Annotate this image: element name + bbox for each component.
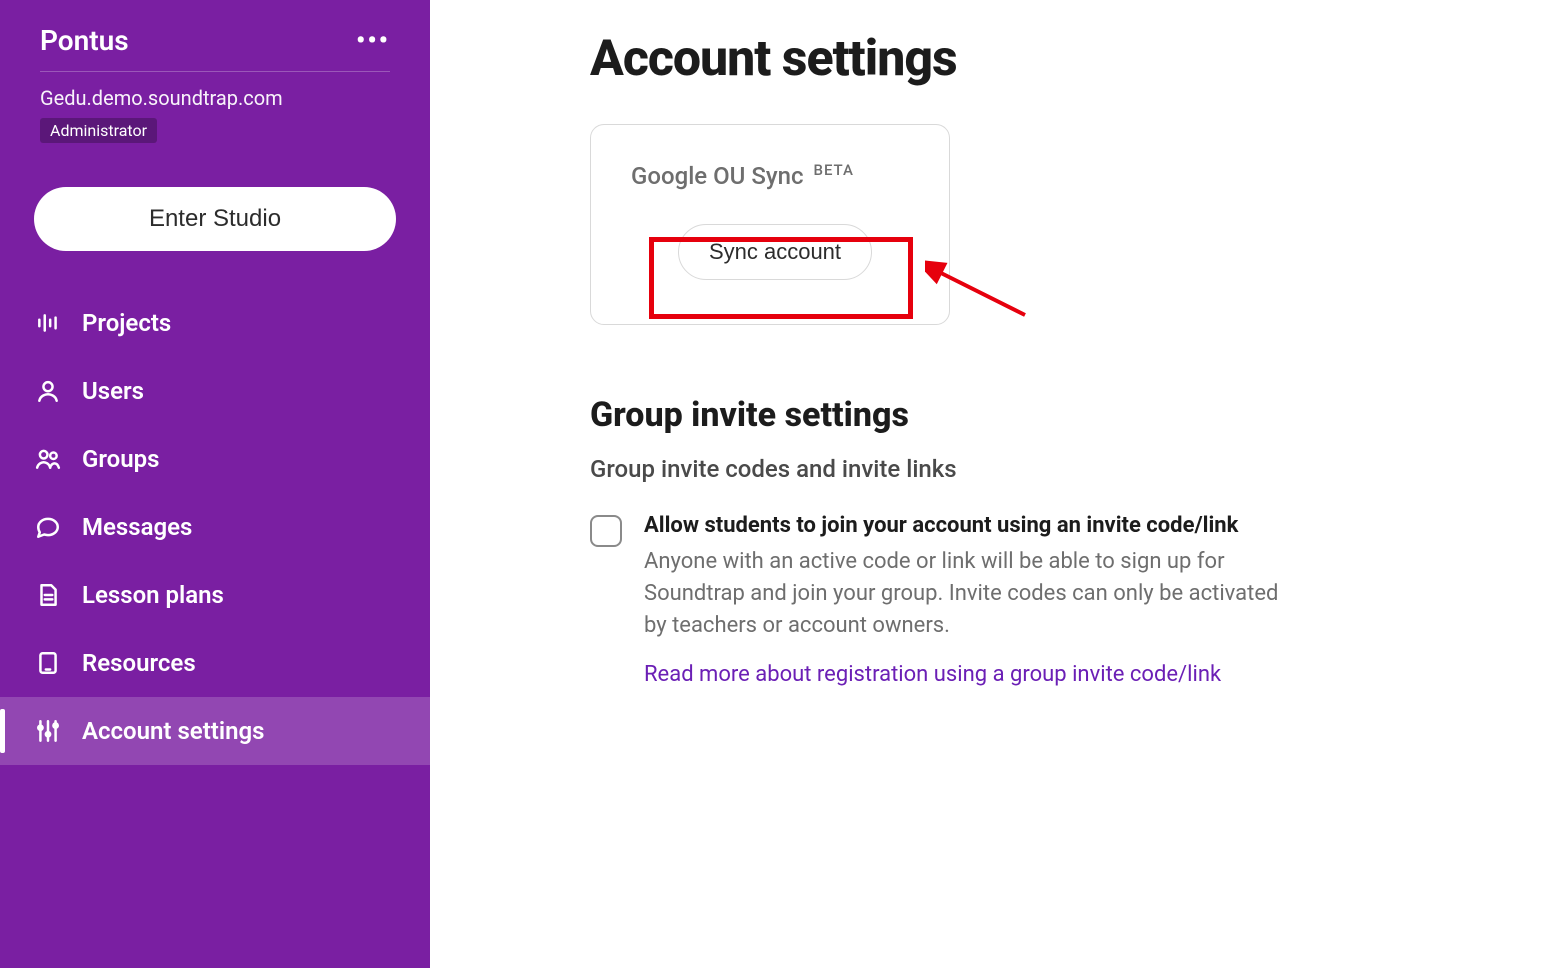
sidebar: Pontus ••• Gedu.demo.soundtrap.com Admin… [0,0,430,968]
sidebar-item-account-settings[interactable]: Account settings [0,697,430,765]
sidebar-item-resources[interactable]: Resources [0,629,430,697]
sync-card-title: Google OU Sync BETA [631,161,919,190]
sliders-icon [34,717,62,745]
page-title: Account settings [590,30,1496,88]
sync-button-wrap: Sync account [631,224,919,280]
sidebar-item-lesson-plans[interactable]: Lesson plans [0,561,430,629]
allow-students-setting-row: Allow students to join your account usin… [590,513,1496,687]
sidebar-subheader: Gedu.demo.soundtrap.com Administrator [40,71,390,143]
allow-students-description: Anyone with an active code or link will … [644,546,1294,642]
allow-students-text: Allow students to join your account usin… [644,513,1294,687]
sidebar-item-messages[interactable]: Messages [0,493,430,561]
sidebar-item-projects[interactable]: Projects [0,289,430,357]
group-invite-heading: Group invite settings [590,395,1496,435]
chat-icon [34,513,62,541]
sidebar-item-label: Projects [82,309,171,337]
sidebar-item-label: Messages [82,513,192,541]
user-icon [34,377,62,405]
sidebar-item-groups[interactable]: Groups [0,425,430,493]
sidebar-title-row: Pontus ••• [40,24,390,57]
users-icon [34,445,62,473]
beta-badge: BETA [813,161,854,179]
sidebar-item-label: Users [82,377,144,405]
sidebar-item-label: Lesson plans [82,581,224,609]
sync-account-button[interactable]: Sync account [678,224,872,280]
account-name: Pontus [40,24,129,57]
allow-students-label: Allow students to join your account usin… [644,513,1294,538]
group-invite-subheading: Group invite codes and invite links [590,455,1496,483]
enter-studio-button[interactable]: Enter Studio [34,187,396,251]
google-ou-sync-card: Google OU Sync BETA Sync account [590,124,950,325]
annotation-arrow-icon [925,255,1035,325]
sidebar-nav: Projects Users Groups [0,289,430,765]
sidebar-item-label: Resources [82,649,196,677]
document-icon [34,581,62,609]
role-badge: Administrator [40,118,157,143]
main-content: Account settings Google OU Sync BETA Syn… [430,0,1566,968]
sidebar-item-label: Account settings [82,717,264,745]
tablet-icon [34,649,62,677]
sync-card-title-text: Google OU Sync [631,162,804,190]
read-more-link[interactable]: Read more about registration using a gro… [644,662,1221,687]
sidebar-header: Pontus ••• Gedu.demo.soundtrap.com Admin… [0,0,430,161]
account-domain: Gedu.demo.soundtrap.com [40,86,390,110]
allow-students-checkbox[interactable] [590,515,622,547]
sidebar-item-label: Groups [82,445,159,473]
more-menu-icon[interactable]: ••• [356,28,390,54]
enter-studio-area: Enter Studio [0,161,430,261]
audio-levels-icon [34,309,62,337]
sidebar-item-users[interactable]: Users [0,357,430,425]
